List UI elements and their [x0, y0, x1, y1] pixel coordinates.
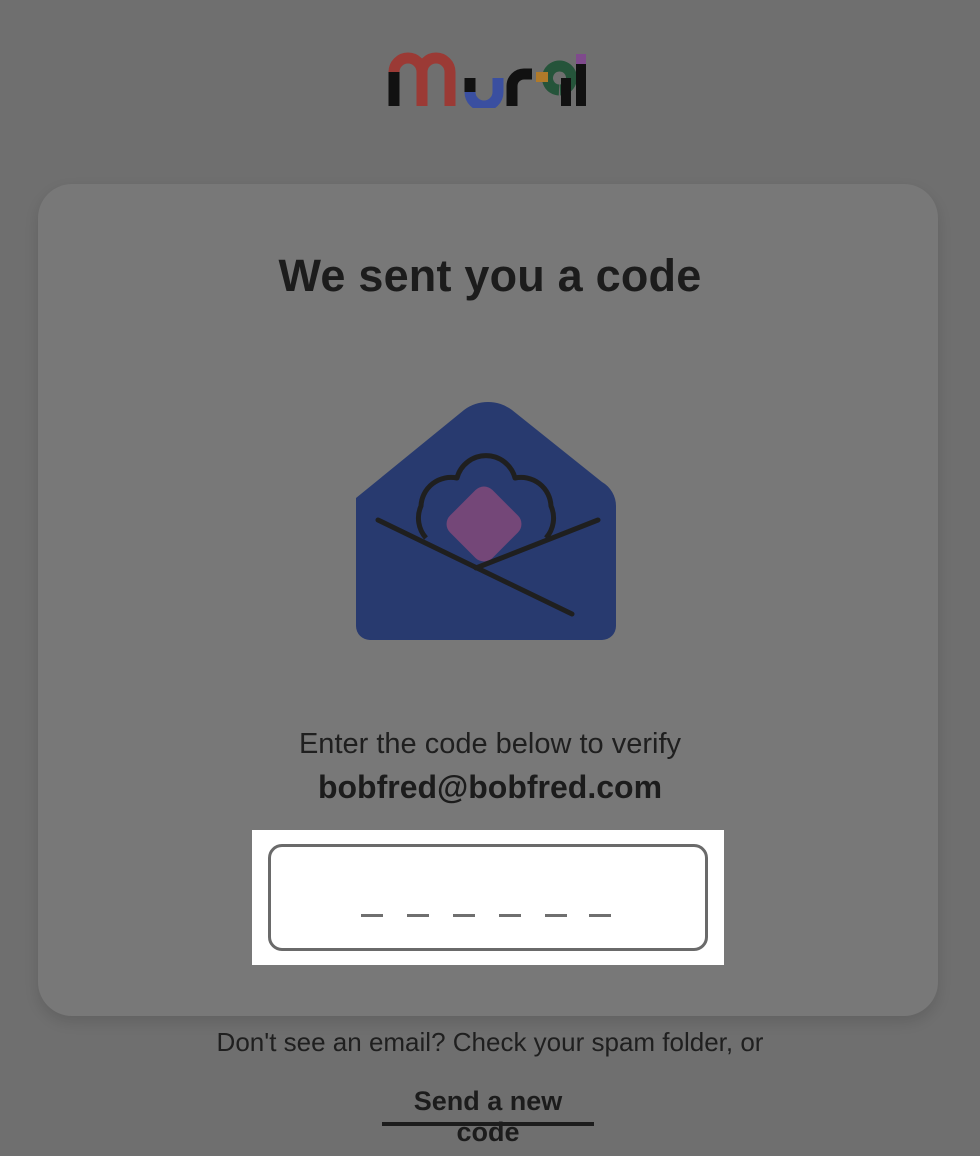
send-new-code-label: Send a new code: [413, 1086, 563, 1147]
link-underline: [382, 1122, 594, 1126]
code-slot: [589, 914, 611, 917]
mural-logo: [388, 52, 586, 108]
open-envelope-icon: [356, 402, 616, 640]
verify-email: bobfred@bobfred.com: [317, 769, 663, 805]
spam-hint: Don't see an email? Check your spam fold…: [216, 1027, 764, 1057]
code-slot: [453, 914, 475, 917]
code-slot: [361, 914, 383, 917]
code-input-highlight: [252, 830, 724, 965]
verification-code-input[interactable]: [268, 844, 708, 951]
page-title: We sent you a code: [278, 250, 702, 301]
code-slot: [407, 914, 429, 917]
verify-instruction: Enter the code below to verify: [298, 728, 682, 760]
send-new-code-link[interactable]: Send a new code: [382, 1086, 594, 1147]
code-slot: [499, 914, 521, 917]
code-slot: [545, 914, 567, 917]
